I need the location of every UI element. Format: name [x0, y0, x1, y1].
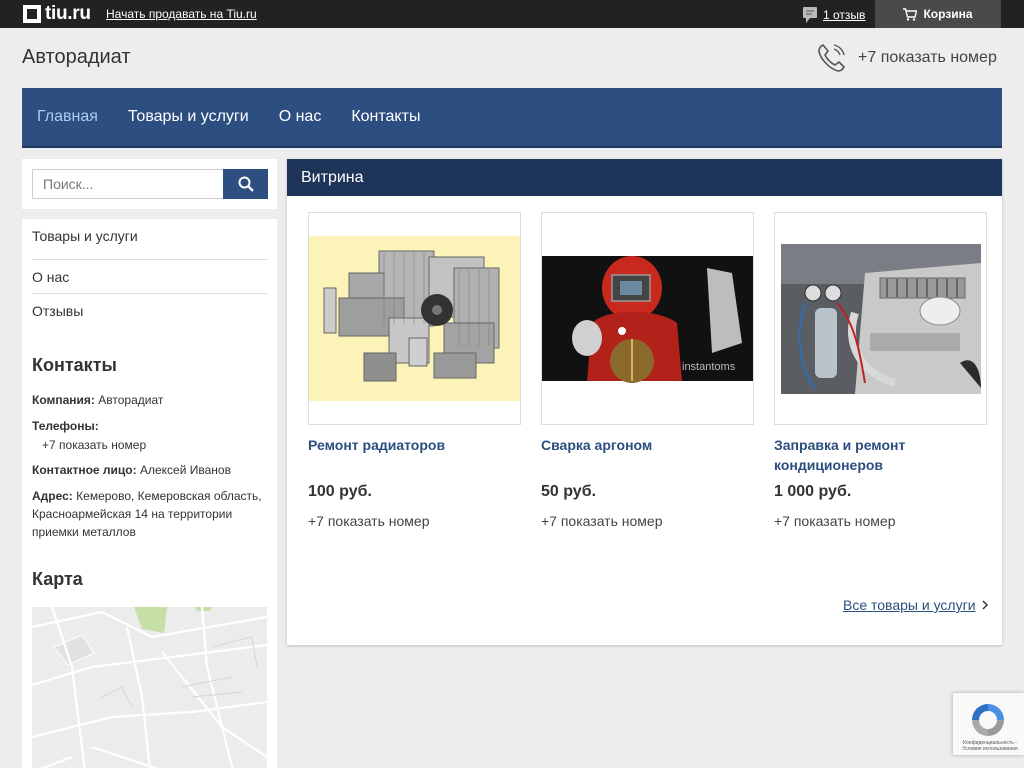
recaptcha-logo-icon — [972, 704, 1004, 736]
contact-company: Компания: Авторадиат — [32, 391, 262, 409]
map-tiles — [32, 607, 267, 768]
nav-item-home[interactable]: Главная — [37, 108, 98, 126]
product-price: 1 000 руб. — [774, 483, 852, 500]
map-heading: Карта — [32, 569, 83, 589]
top-bar: tiu.ru Начать продавать на Tiu.ru 1 отзы… — [0, 0, 1024, 28]
sidebar: Товары и услуги О нас Отзывы Контакты Ко… — [22, 219, 277, 768]
showcase-title: Витрина — [287, 159, 1002, 196]
map[interactable] — [32, 607, 267, 768]
comment-icon — [803, 7, 817, 23]
search-button[interactable] — [223, 169, 268, 199]
cart-button[interactable]: Корзина — [875, 0, 1001, 28]
product-image-radiators[interactable] — [308, 212, 521, 425]
phones-label: Телефоны: — [32, 419, 99, 433]
company-value: Авторадиат — [98, 393, 164, 407]
logo-text: tiu.ru — [45, 3, 91, 24]
company-label: Компания: — [32, 393, 95, 407]
ac-service-picture — [781, 244, 981, 394]
recaptcha-text[interactable]: Конфиденциальность - Условия использован… — [957, 740, 1023, 752]
nav-item-contacts[interactable]: Контакты — [351, 108, 420, 126]
start-selling-link[interactable]: Начать продавать на Tiu.ru — [106, 7, 257, 21]
phone-label: +7 показать номер — [858, 49, 997, 66]
side-menu-item-products[interactable]: Товары и услуги — [32, 219, 267, 260]
contact-address: Адрес: Кемерово, Кемеровская область, Кр… — [32, 487, 262, 541]
showcase: Витрина Ремонт радиаторов 100 руб. +7 по… — [287, 159, 1002, 645]
radiators-picture — [309, 236, 520, 401]
cart-label: Корзина — [923, 7, 973, 21]
cart-icon — [903, 7, 918, 21]
person-value: Алексей Иванов — [139, 463, 231, 477]
reviews-link[interactable]: 1 отзыв — [823, 8, 865, 22]
tiu-logo[interactable]: tiu.ru — [23, 4, 91, 24]
product-phone[interactable]: +7 показать номер — [308, 513, 521, 529]
product-card: Ремонт радиаторов 100 руб. +7 показать н… — [308, 212, 521, 529]
logo-square-icon — [23, 5, 41, 23]
product-phone[interactable]: +7 показать номер — [541, 513, 754, 529]
product-image-welding[interactable]: instantoms — [541, 212, 754, 425]
product-image-ac[interactable] — [774, 212, 987, 425]
main-nav: Главная Товары и услуги О нас Контакты — [22, 88, 1002, 148]
search-input[interactable] — [32, 169, 224, 199]
product-phone[interactable]: +7 показать номер — [774, 513, 987, 529]
phone-icon — [818, 44, 845, 72]
address-label: Адрес: — [32, 489, 73, 503]
product-name[interactable]: Заправка и ремонт кондиционеров — [774, 435, 987, 475]
side-menu-item-reviews[interactable]: Отзывы — [32, 294, 267, 328]
contact-phones: Телефоны: — [32, 417, 262, 435]
contact-person: Контактное лицо: Алексей Иванов — [32, 461, 262, 479]
chevron-right-icon — [981, 600, 988, 610]
product-price: 100 руб. — [308, 483, 372, 500]
reviews: 1 отзыв — [803, 7, 865, 23]
search-panel — [22, 159, 277, 209]
company-title: Авторадиат — [22, 46, 131, 68]
all-products-label: Все товары и услуги — [843, 597, 976, 613]
nav-item-about[interactable]: О нас — [279, 108, 322, 126]
product-name[interactable]: Сварка аргоном — [541, 435, 754, 475]
person-label: Контактное лицо: — [32, 463, 137, 477]
side-menu: Товары и услуги О нас Отзывы — [32, 219, 267, 328]
product-card: instantoms Сварка аргоном 50 руб. +7 пок… — [541, 212, 754, 529]
contacts-heading: Контакты — [32, 355, 117, 375]
header-phone[interactable]: +7 показать номер — [816, 42, 997, 74]
all-products-link[interactable]: Все товары и услуги — [843, 597, 988, 613]
side-menu-item-about[interactable]: О нас — [32, 260, 267, 294]
search-icon — [238, 176, 254, 192]
product-card: Заправка и ремонт кондиционеров 1 000 ру… — [774, 212, 987, 529]
recaptcha-badge[interactable]: Конфиденциальность - Условия использован… — [953, 693, 1024, 755]
contact-phone-value[interactable]: +7 показать номер — [42, 436, 272, 454]
image-watermark: instantoms — [682, 361, 736, 373]
nav-item-products[interactable]: Товары и услуги — [128, 108, 249, 126]
welding-picture — [542, 256, 753, 383]
product-name[interactable]: Ремонт радиаторов — [308, 435, 521, 475]
product-price: 50 руб. — [541, 483, 597, 500]
